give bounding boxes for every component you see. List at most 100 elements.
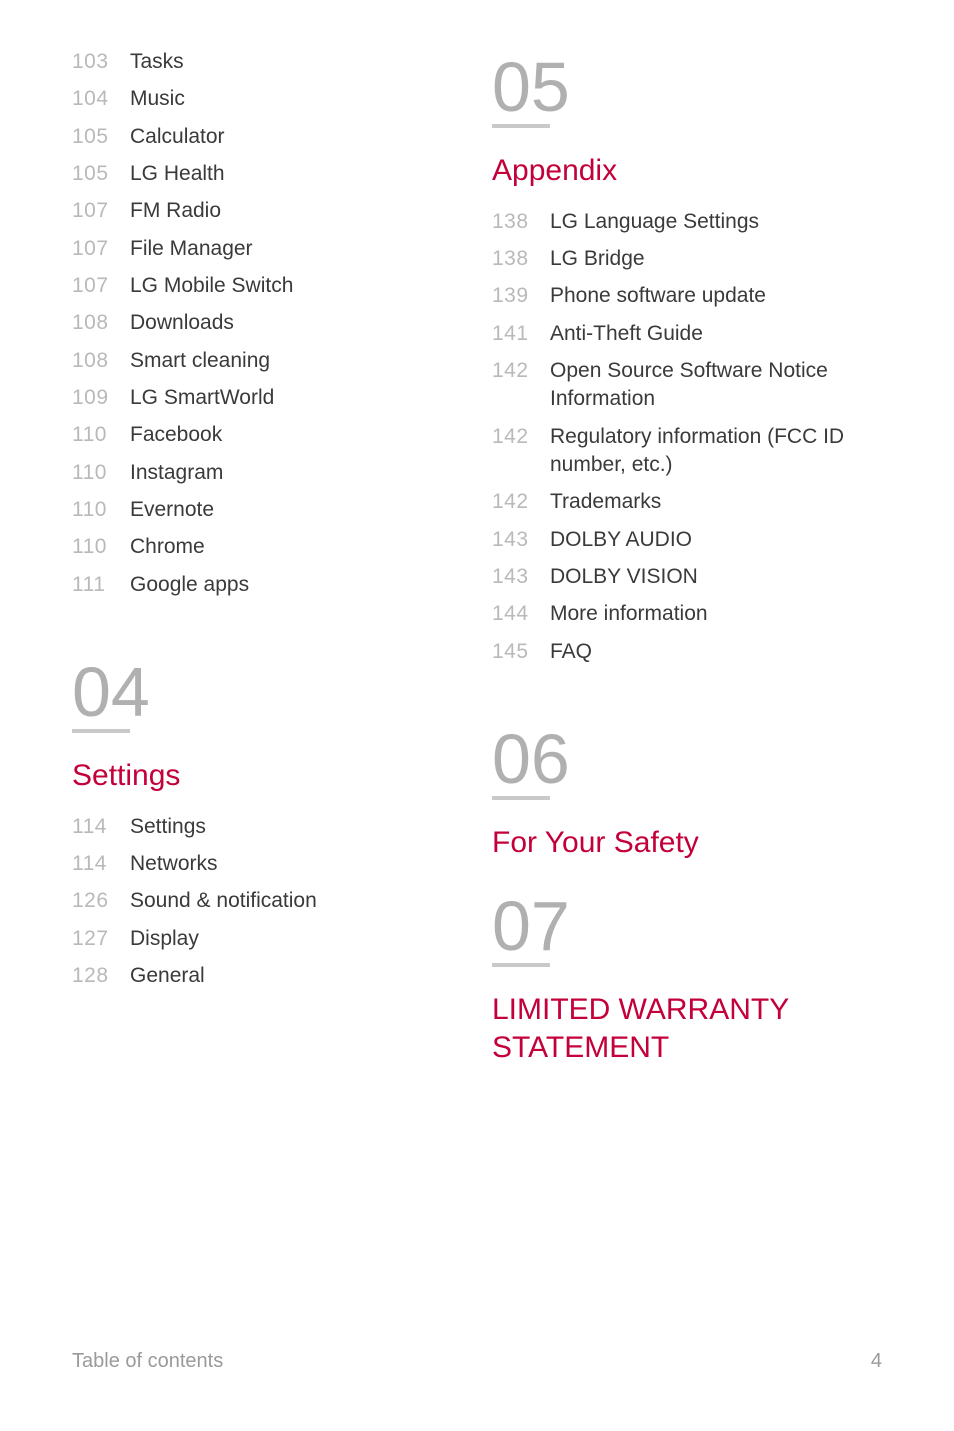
toc-entry[interactable]: 142Open Source Software Notice Informati… [492, 357, 882, 414]
toc-label: More information [550, 600, 708, 628]
toc-label: LG Mobile Switch [130, 272, 293, 300]
toc-label: Anti-Theft Guide [550, 320, 703, 348]
toc-entry[interactable]: 138LG Language Settings [492, 208, 882, 236]
section-04: 04 Settings 114Settings 114Networks 126S… [72, 657, 462, 990]
toc-entry[interactable]: 105LG Health [72, 160, 462, 188]
toc-label: Trademarks [550, 488, 661, 516]
toc-label: Display [130, 925, 199, 953]
section-title[interactable]: For Your Safety [492, 824, 882, 862]
toc-label: Instagram [130, 459, 223, 487]
toc-entry[interactable]: 104Music [72, 85, 462, 113]
toc-page-num: 142 [492, 423, 550, 451]
section-05: 05 Appendix 138LG Language Settings 138L… [492, 52, 882, 666]
toc-label: LG Bridge [550, 245, 645, 273]
toc-entry[interactable]: 107FM Radio [72, 197, 462, 225]
toc-entry[interactable]: 110Instagram [72, 459, 462, 487]
toc-label: Open Source Software Notice Information [550, 357, 882, 414]
section-title[interactable]: LIMITED WARRANTY STATEMENT [492, 991, 882, 1066]
toc-entry[interactable]: 145FAQ [492, 638, 882, 666]
toc-page-num: 103 [72, 48, 130, 76]
toc-entry[interactable]: 108Smart cleaning [72, 347, 462, 375]
toc-page-num: 144 [492, 600, 550, 628]
section-number: 07 [492, 891, 882, 961]
toc-entry[interactable]: 128General [72, 962, 462, 990]
toc-entry[interactable]: 107File Manager [72, 235, 462, 263]
toc-entry[interactable]: 142Trademarks [492, 488, 882, 516]
toc-page-num: 110 [72, 459, 130, 487]
section-number: 05 [492, 52, 882, 122]
toc-label: Settings [130, 813, 206, 841]
right-column: 05 Appendix 138LG Language Settings 138L… [492, 48, 882, 1084]
toc-page-num: 142 [492, 488, 550, 516]
toc-page: 103Tasks 104Music 105Calculator 105LG He… [0, 0, 954, 1084]
toc-entry[interactable]: 103Tasks [72, 48, 462, 76]
toc-page-num: 128 [72, 962, 130, 990]
toc-entry[interactable]: 108Downloads [72, 309, 462, 337]
toc-page-num: 108 [72, 309, 130, 337]
toc-page-num: 110 [72, 496, 130, 524]
toc-entry[interactable]: 142Regulatory information (FCC ID number… [492, 423, 882, 480]
toc-page-num: 145 [492, 638, 550, 666]
toc-label: LG Language Settings [550, 208, 759, 236]
toc-entry[interactable]: 114Networks [72, 850, 462, 878]
section-number: 04 [72, 657, 462, 727]
toc-entry[interactable]: 127Display [72, 925, 462, 953]
toc-entry[interactable]: 141Anti-Theft Guide [492, 320, 882, 348]
toc-label: Chrome [130, 533, 205, 561]
toc-page-num: 126 [72, 887, 130, 915]
toc-entry[interactable]: 111Google apps [72, 571, 462, 599]
section-06: 06 For Your Safety [492, 724, 882, 862]
toc-label: Calculator [130, 123, 225, 151]
toc-page-num: 139 [492, 282, 550, 310]
toc-page-num: 141 [492, 320, 550, 348]
toc-label: LG SmartWorld [130, 384, 274, 412]
toc-entry[interactable]: 143DOLBY AUDIO [492, 526, 882, 554]
toc-page-num: 108 [72, 347, 130, 375]
footer-left-text: Table of contents [72, 1350, 223, 1373]
toc-label: General [130, 962, 205, 990]
toc-entry[interactable]: 114Settings [72, 813, 462, 841]
toc-entry[interactable]: 138LG Bridge [492, 245, 882, 273]
toc-label: FAQ [550, 638, 592, 666]
section-04-items: 114Settings 114Networks 126Sound & notif… [72, 813, 462, 991]
toc-page-num: 138 [492, 208, 550, 236]
toc-page-num: 110 [72, 533, 130, 561]
toc-entry[interactable]: 139Phone software update [492, 282, 882, 310]
toc-label: FM Radio [130, 197, 221, 225]
toc-label: Smart cleaning [130, 347, 270, 375]
section-07: 07 LIMITED WARRANTY STATEMENT [492, 891, 882, 1066]
toc-label: File Manager [130, 235, 253, 263]
toc-entry[interactable]: 110Evernote [72, 496, 462, 524]
toc-entry[interactable]: 110Chrome [72, 533, 462, 561]
section-title[interactable]: Settings [72, 757, 462, 795]
toc-label: DOLBY AUDIO [550, 526, 692, 554]
left-column: 103Tasks 104Music 105Calculator 105LG He… [72, 48, 462, 1084]
toc-entry[interactable]: 126Sound & notification [72, 887, 462, 915]
toc-label: Networks [130, 850, 218, 878]
toc-page-num: 142 [492, 357, 550, 385]
toc-page-num: 105 [72, 123, 130, 151]
toc-page-num: 105 [72, 160, 130, 188]
toc-page-num: 114 [72, 813, 130, 841]
toc-label: Phone software update [550, 282, 766, 310]
toc-page-num: 107 [72, 197, 130, 225]
toc-entry[interactable]: 109LG SmartWorld [72, 384, 462, 412]
intro-items-list: 103Tasks 104Music 105Calculator 105LG He… [72, 48, 462, 599]
toc-label: Evernote [130, 496, 214, 524]
toc-label: Downloads [130, 309, 234, 337]
section-title[interactable]: Appendix [492, 152, 882, 190]
toc-page-num: 107 [72, 272, 130, 300]
toc-entry[interactable]: 105Calculator [72, 123, 462, 151]
toc-page-num: 104 [72, 85, 130, 113]
toc-page-num: 114 [72, 850, 130, 878]
toc-page-num: 110 [72, 421, 130, 449]
toc-entry[interactable]: 107LG Mobile Switch [72, 272, 462, 300]
toc-entry[interactable]: 110Facebook [72, 421, 462, 449]
toc-label: Sound & notification [130, 887, 317, 915]
toc-page-num: 111 [72, 571, 130, 599]
toc-entry[interactable]: 144More information [492, 600, 882, 628]
toc-entry[interactable]: 143DOLBY VISION [492, 563, 882, 591]
toc-page-num: 109 [72, 384, 130, 412]
toc-label: Tasks [130, 48, 184, 76]
toc-page-num: 138 [492, 245, 550, 273]
